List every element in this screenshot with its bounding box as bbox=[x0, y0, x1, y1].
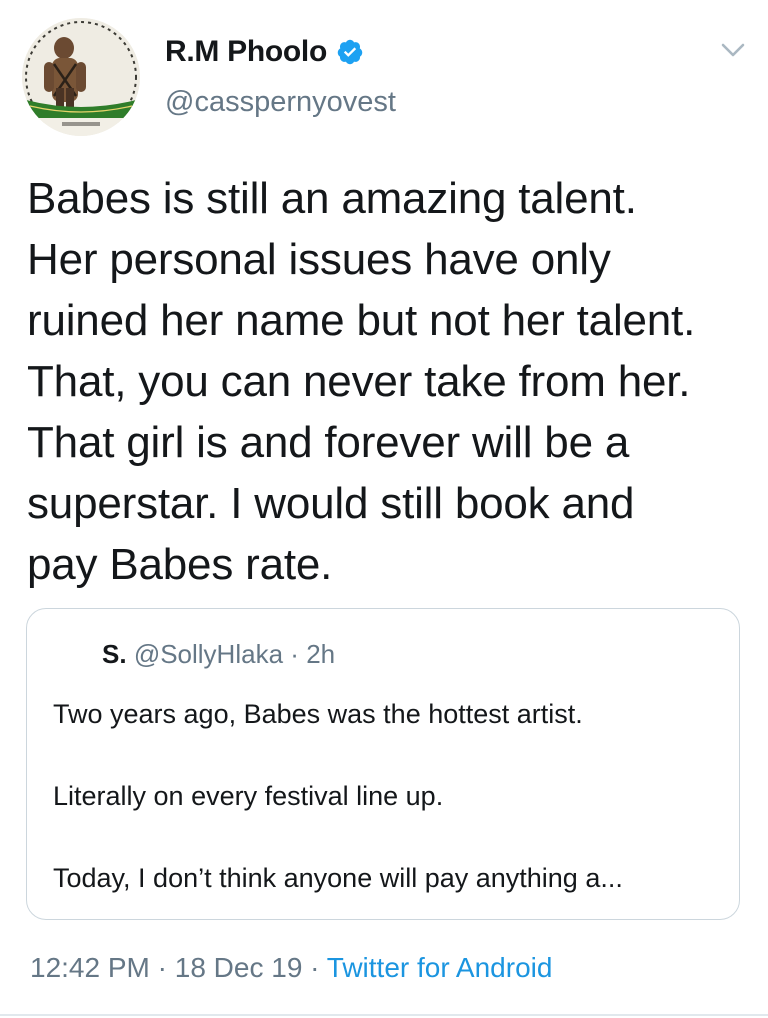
avatar-image bbox=[22, 18, 140, 136]
meta-separator: · bbox=[310, 952, 320, 983]
tweet-text-line: ruined her name but not her talent. bbox=[27, 296, 696, 345]
tweet-date: 18 Dec 19 bbox=[174, 952, 303, 983]
divider bbox=[0, 1014, 768, 1016]
tweet-source-link[interactable]: Twitter for Android bbox=[327, 952, 553, 983]
tweet-text: Babes is still an amazing talent. Her pe… bbox=[27, 168, 757, 595]
verified-badge-icon bbox=[336, 38, 364, 66]
quoted-tweet-paragraph: Today, I don’t think anyone will pay any… bbox=[53, 863, 623, 893]
tweet-meta: 12:42 PM · 18 Dec 19 · Twitter for Andro… bbox=[30, 952, 552, 984]
chevron-down-icon[interactable] bbox=[718, 38, 748, 62]
avatar[interactable] bbox=[22, 18, 140, 136]
tweet-detail: R.M Phoolo @casspernyovest Babes is stil… bbox=[0, 0, 768, 1018]
quoted-separator: · bbox=[290, 639, 299, 669]
tweet-text-line: superstar. I would still book and bbox=[27, 479, 635, 528]
tweet-text-line: That, you can never take from her. bbox=[27, 357, 691, 406]
author-handle[interactable]: @casspernyovest bbox=[165, 86, 396, 119]
tweet-text-line: That girl is and forever will be a bbox=[27, 418, 630, 467]
quoted-tweet-header: S. @SollyHlaka · 2h bbox=[102, 639, 335, 670]
quoted-tweet-paragraph: Literally on every festival line up. bbox=[53, 781, 444, 811]
quoted-tweet-text: Two years ago, Babes was the hottest art… bbox=[53, 699, 733, 893]
quoted-tweet-card[interactable]: S. @SollyHlaka · 2h Two years ago, Babes… bbox=[26, 608, 740, 920]
quoted-tweet-age: 2h bbox=[306, 639, 336, 669]
quoted-author-handle: @SollyHlaka bbox=[133, 639, 284, 669]
meta-separator: · bbox=[157, 952, 167, 983]
author-display-name[interactable]: R.M Phoolo bbox=[165, 35, 327, 69]
tweet-text-line: Babes is still an amazing talent. bbox=[27, 174, 637, 223]
tweet-text-line: pay Babes rate. bbox=[27, 540, 333, 589]
author-name-row[interactable]: R.M Phoolo bbox=[165, 30, 364, 74]
tweet-text-line: Her personal issues have only bbox=[27, 235, 611, 284]
quoted-author-name: S. bbox=[102, 639, 127, 669]
tweet-time: 12:42 PM bbox=[30, 952, 150, 983]
quoted-tweet-paragraph: Two years ago, Babes was the hottest art… bbox=[53, 699, 583, 729]
